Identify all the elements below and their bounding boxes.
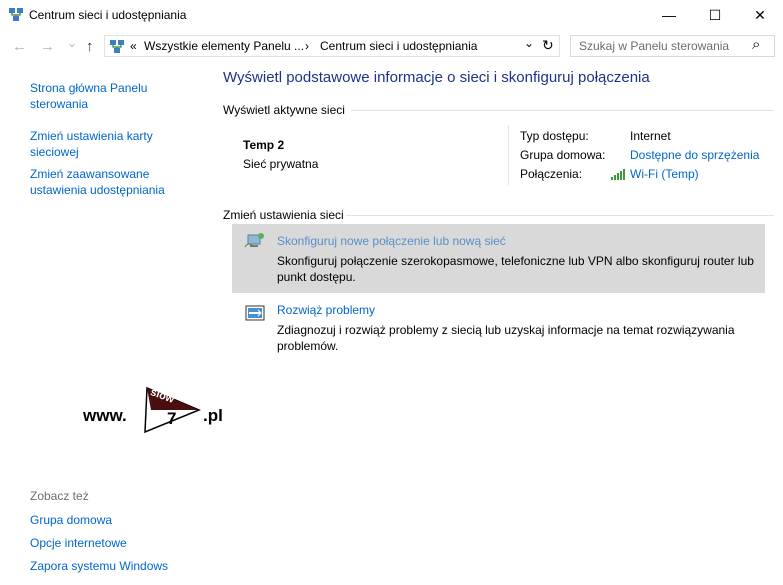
maximize-button[interactable]: ☐ — [692, 0, 738, 30]
sidebar-change-adapter-settings[interactable]: Zmień ustawienia karty sieciowej — [30, 128, 153, 160]
network-center-icon — [9, 8, 23, 21]
new-connection-icon — [244, 233, 264, 248]
sidebar-link-internet-options[interactable]: Opcje internetowe — [30, 536, 127, 550]
change-settings-heading: Zmień ustawienia sieci — [223, 208, 344, 222]
see-also-heading: Zobacz też — [30, 489, 89, 503]
sidebar-sharing-line1: Zmień zaawansowane — [30, 167, 150, 181]
troubleshoot-link[interactable]: Rozwiąż problemy — [277, 303, 375, 317]
address-dropdown-icon[interactable]: ⌄ — [524, 36, 534, 50]
setup-desc-line2: punkt dostępu. — [277, 270, 356, 284]
sidebar-home-line1: Strona główna Panelu — [30, 81, 148, 95]
sidebar-link-windows-firewall[interactable]: Zapora systemu Windows — [30, 559, 168, 573]
connections-label: Połączenia: — [520, 167, 583, 181]
sidebar-link-homegroup[interactable]: Grupa domowa — [30, 513, 112, 527]
sidebar-control-panel-home[interactable]: Strona główna Panelu sterowania — [30, 80, 147, 112]
watermark-suffix: .pl — [203, 406, 223, 425]
setup-connection-link[interactable]: Skonfiguruj nowe połączenie lub nową sie… — [277, 234, 506, 248]
forward-arrow-icon[interactable]: → — [40, 38, 55, 55]
up-arrow-icon[interactable]: ↑ — [86, 38, 94, 55]
trouble-desc-line1: Zdiagnozuj i rozwiąż problemy z siecią l… — [277, 323, 735, 337]
close-button[interactable]: ✕ — [737, 0, 783, 30]
troubleshoot-description: Zdiagnozuj i rozwiąż problemy z siecią l… — [277, 322, 735, 354]
minimize-button[interactable]: — — [646, 0, 692, 30]
breadcrumb-overflow[interactable]: « — [130, 39, 137, 53]
troubleshoot-icon — [245, 305, 265, 321]
setup-desc-line1: Skonfiguruj połączenie szerokopasmowe, t… — [277, 254, 754, 268]
network-category: Sieć prywatna — [243, 157, 319, 171]
search-placeholder: Szukaj w Panelu sterowania — [579, 39, 730, 53]
recent-locations-icon[interactable]: ⌄ — [67, 36, 77, 50]
trouble-desc-line2: problemów. — [277, 339, 339, 353]
breadcrumb-separator[interactable]: › — [305, 39, 309, 53]
vertical-divider — [508, 125, 509, 185]
setup-connection-description: Skonfiguruj połączenie szerokopasmowe, t… — [277, 253, 754, 285]
breadcrumb-all-items[interactable]: Wszystkie elementy Panelu ... — [144, 39, 304, 53]
section-divider — [346, 215, 774, 216]
sidebar-home-line2: sterowania — [30, 97, 89, 111]
breadcrumb-current[interactable]: Centrum sieci i udostępniania — [320, 39, 477, 53]
access-type-value: Internet — [630, 129, 671, 143]
active-networks-heading: Wyświetl aktywne sieci — [223, 103, 345, 117]
sidebar-adapter-line2: sieciowej — [30, 145, 79, 159]
sidebar-advanced-sharing-settings[interactable]: Zmień zaawansowane ustawienia udostępnia… — [30, 166, 165, 198]
watermark-prefix: www. — [83, 406, 127, 425]
sidebar-sharing-line2: ustawienia udostępniania — [30, 183, 165, 197]
title-bar: Centrum sieci i udostępniania — ☐ ✕ — [0, 0, 783, 30]
search-icon[interactable]: ⌕ — [752, 36, 760, 53]
wifi-connection-link[interactable]: Wi-Fi (Temp) — [630, 167, 699, 181]
network-name: Temp 2 — [243, 138, 285, 152]
refresh-icon[interactable]: ↻ — [542, 37, 554, 54]
section-divider — [351, 110, 774, 111]
page-title: Wyświetl podstawowe informacje o sieci i… — [223, 69, 650, 86]
homegroup-link[interactable]: Dostępne do sprzężenia — [630, 148, 759, 162]
access-type-label: Typ dostępu: — [520, 129, 589, 143]
back-arrow-icon[interactable]: ← — [12, 38, 27, 55]
watermark-digit: 7 — [167, 409, 177, 428]
homegroup-label: Grupa domowa: — [520, 148, 606, 162]
control-panel-icon — [110, 40, 124, 53]
wifi-signal-icon — [611, 169, 625, 180]
window-title: Centrum sieci i udostępniania — [29, 8, 187, 22]
sidebar-adapter-line1: Zmień ustawienia karty — [30, 129, 153, 143]
